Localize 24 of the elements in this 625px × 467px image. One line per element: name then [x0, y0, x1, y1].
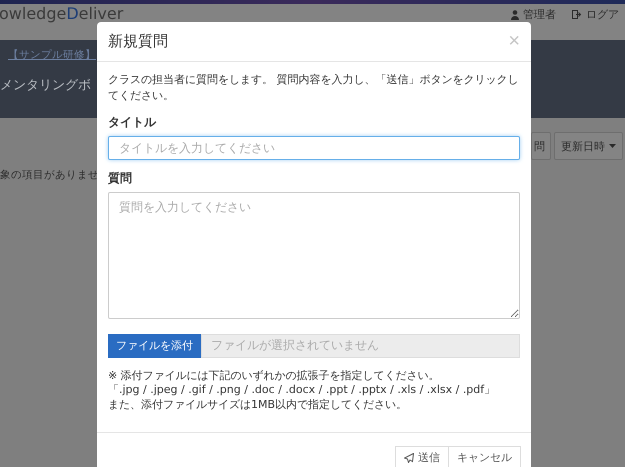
description: クラスの担当者に質問をします。 質問内容を入力し、「送信」ボタンをクリックしてください。	[108, 72, 520, 104]
logo[interactable]: owledgeDeliver	[0, 5, 124, 22]
title-field[interactable]: タイトルを入力してください	[108, 136, 520, 160]
sort-button[interactable]: 更新日時	[554, 132, 623, 160]
field-label: 質問	[108, 170, 132, 186]
question-field[interactable]: 質問を入力してください	[108, 192, 520, 318]
file-name-field: ファイルが選択されていません	[201, 334, 520, 358]
attach-file-button[interactable]: ファイルを添付	[108, 334, 201, 358]
sort-button[interactable]: 問	[531, 132, 551, 160]
note-text: また、添付ファイルサイズは1MB以内で指定してください。	[108, 398, 408, 412]
page-title: メンタリングボ	[0, 77, 91, 94]
send-button[interactable]: 送信	[395, 446, 449, 467]
note-text: ※ 添付ファイルには下記のいずれかの拡張子を指定してください。	[108, 368, 440, 383]
paper-plane-icon	[404, 452, 414, 462]
empty-message: 象の項目がありませ	[0, 168, 99, 182]
cancel-button[interactable]: キャンセル	[448, 446, 521, 467]
logout-icon	[572, 10, 582, 19]
dialog-title: 新規質問	[108, 32, 168, 51]
logout-link[interactable]: ログア	[586, 7, 619, 22]
breadcrumb-link[interactable]: 【サンプル研修】	[8, 48, 96, 62]
user-link[interactable]: 管理者	[523, 7, 556, 22]
note-text: 「.jpg / .jpeg / .gif / .png / .doc / .docx / .ppt / .pptx / .xls / .xlsx / .pdf」	[108, 383, 496, 398]
user-icon	[511, 10, 519, 20]
field-label: タイトル	[108, 114, 156, 130]
